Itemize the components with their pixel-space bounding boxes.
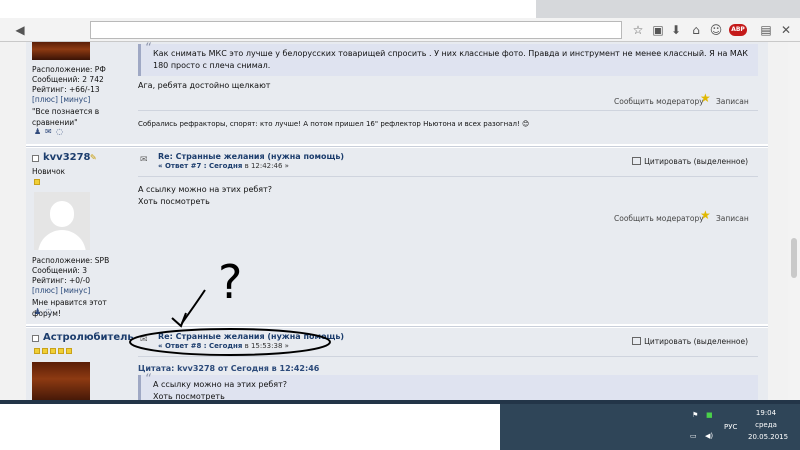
- karma-star-icon: ★: [700, 208, 711, 222]
- chat-icon[interactable]: ☺: [708, 22, 724, 38]
- forum-content: Расположение: РФ Сообщений: 2 742 Рейтин…: [26, 42, 768, 404]
- pencil-icon: ✎: [90, 153, 97, 162]
- quote-text: Как снимать МКС это лучше у белорусских …: [153, 49, 748, 70]
- avatar: [32, 362, 90, 404]
- post-time: в 15:53:38 »: [242, 342, 289, 350]
- language-indicator[interactable]: РУС: [724, 423, 737, 431]
- rank-star-icon: [34, 179, 40, 185]
- post-meta: « Ответ #7 : Сегодня в 12:42:46 »: [158, 162, 289, 170]
- quote-icon: [632, 337, 642, 345]
- bookmarks-icon[interactable]: ▣: [650, 22, 666, 38]
- email-icon[interactable]: ✉: [45, 128, 53, 136]
- post-reply-number: « Ответ #7 : Сегодня: [158, 162, 243, 170]
- rank-star-icon: [66, 348, 72, 354]
- profile-icon[interactable]: ♟: [34, 128, 42, 136]
- post-body: Ага, ребята достойно щелкают: [138, 81, 271, 90]
- forum-post: Расположение: РФ Сообщений: 2 742 Рейтин…: [26, 42, 768, 144]
- clock-day: среда: [755, 421, 777, 429]
- volume-icon[interactable]: ◀): [705, 432, 713, 440]
- clock-time[interactable]: 19:04: [746, 409, 786, 417]
- avatar: [32, 42, 90, 60]
- scrollbar-thumb[interactable]: [791, 238, 797, 278]
- user-status-icon: [32, 155, 39, 162]
- white-overlay: [0, 404, 500, 450]
- post-signature: Собрались рефракторы, спорят: кто лучше!…: [138, 120, 530, 128]
- quote-button-label: Цитировать (выделенное): [644, 157, 748, 166]
- rating-plus-link[interactable]: [плюс]: [32, 95, 58, 104]
- quote-button[interactable]: Цитировать (выделенное): [632, 337, 748, 346]
- quote-icon: [632, 157, 642, 165]
- post-title-link[interactable]: Re: Странные желания (нужна помощь): [158, 152, 344, 161]
- rank-star-icon: [58, 348, 64, 354]
- download-icon[interactable]: ⬇: [668, 22, 684, 38]
- page-scrollbar[interactable]: [788, 42, 800, 404]
- rank-star-icon: [34, 348, 40, 354]
- post-body-line: Хоть посмотреть: [138, 197, 210, 206]
- post-meta: « Ответ #8 : Сегодня в 15:53:38 »: [158, 342, 289, 350]
- topic-icon: ✉: [140, 155, 148, 165]
- post-reply-number: « Ответ #8 : Сегодня: [158, 342, 243, 350]
- report-to-moderator-link[interactable]: Сообщить модератору: [614, 214, 704, 223]
- quote-button-label: Цитировать (выделенное): [644, 337, 748, 346]
- rank-star-icon: [42, 348, 48, 354]
- forum-post: kvv3278 ✎ Новичок Расположение: SPB Сооб…: [26, 148, 768, 324]
- quote-mark-icon: “: [145, 42, 152, 56]
- author-signature: "Все познается в сравнении": [32, 107, 100, 127]
- saved-label: Записан: [716, 214, 749, 223]
- quote-button[interactable]: Цитировать (выделенное): [632, 157, 748, 166]
- quote-mark-icon: “: [145, 372, 152, 387]
- close-icon[interactable]: ✕: [778, 22, 794, 38]
- saved-label: Записан: [716, 97, 749, 106]
- home-icon[interactable]: ⌂: [688, 22, 704, 38]
- forum-post: Астролюбитель ✉ Re: Странные желания (ну…: [26, 328, 768, 404]
- address-bar[interactable]: [90, 21, 622, 39]
- avatar: [34, 192, 90, 250]
- post-body-line: А ссылку можно на этих ребят?: [138, 185, 273, 194]
- display-icon[interactable]: ▭: [690, 432, 697, 440]
- quote-line: А ссылку можно на этих ребят?: [153, 380, 288, 389]
- post-time: в 12:42:46 »: [242, 162, 289, 170]
- back-icon[interactable]: ◀: [12, 22, 28, 38]
- security-icon[interactable]: ■: [706, 411, 713, 419]
- star-icon[interactable]: ☆: [630, 22, 646, 38]
- topic-icon: ✉: [140, 335, 148, 345]
- rating-minus-link[interactable]: [минус]: [60, 95, 90, 104]
- menu-icon[interactable]: ▤: [758, 22, 774, 38]
- rating-plus-link[interactable]: [плюс]: [32, 286, 58, 295]
- adblock-icon[interactable]: ABP: [729, 24, 747, 36]
- clock-date: 20.05.2015: [748, 433, 789, 441]
- report-to-moderator-link[interactable]: Сообщить модератору: [614, 97, 704, 106]
- author-username[interactable]: kvv3278: [43, 152, 91, 163]
- browser-tabbar: [0, 0, 800, 18]
- karma-star-icon: ★: [700, 91, 711, 105]
- flag-icon[interactable]: ⚑: [692, 411, 698, 419]
- pm-icon[interactable]: ◌: [45, 308, 53, 316]
- pm-icon[interactable]: ◌: [56, 128, 64, 136]
- post-title-link[interactable]: Re: Странные желания (нужна помощь): [158, 332, 344, 341]
- user-status-icon: [32, 335, 39, 342]
- quote-block: “ Как снимать МКС это лучше у белорусски…: [138, 42, 758, 76]
- author-username[interactable]: Астролюбитель: [43, 332, 134, 343]
- browser-tab-area: [536, 0, 800, 18]
- quote-header-link[interactable]: Цитата: kvv3278 от Сегодня в 12:42:46: [138, 364, 319, 373]
- forum-page: Расположение: РФ Сообщений: 2 742 Рейтин…: [0, 42, 800, 404]
- profile-icon[interactable]: ♟: [34, 308, 42, 316]
- author-rank: Новичок: [32, 167, 66, 176]
- browser-toolbar: ◀ ☆ ▣ ⬇ ⌂ ☺ ABP ▤ ✕: [0, 18, 800, 42]
- rank-star-icon: [50, 348, 56, 354]
- rating-minus-link[interactable]: [минус]: [60, 286, 90, 295]
